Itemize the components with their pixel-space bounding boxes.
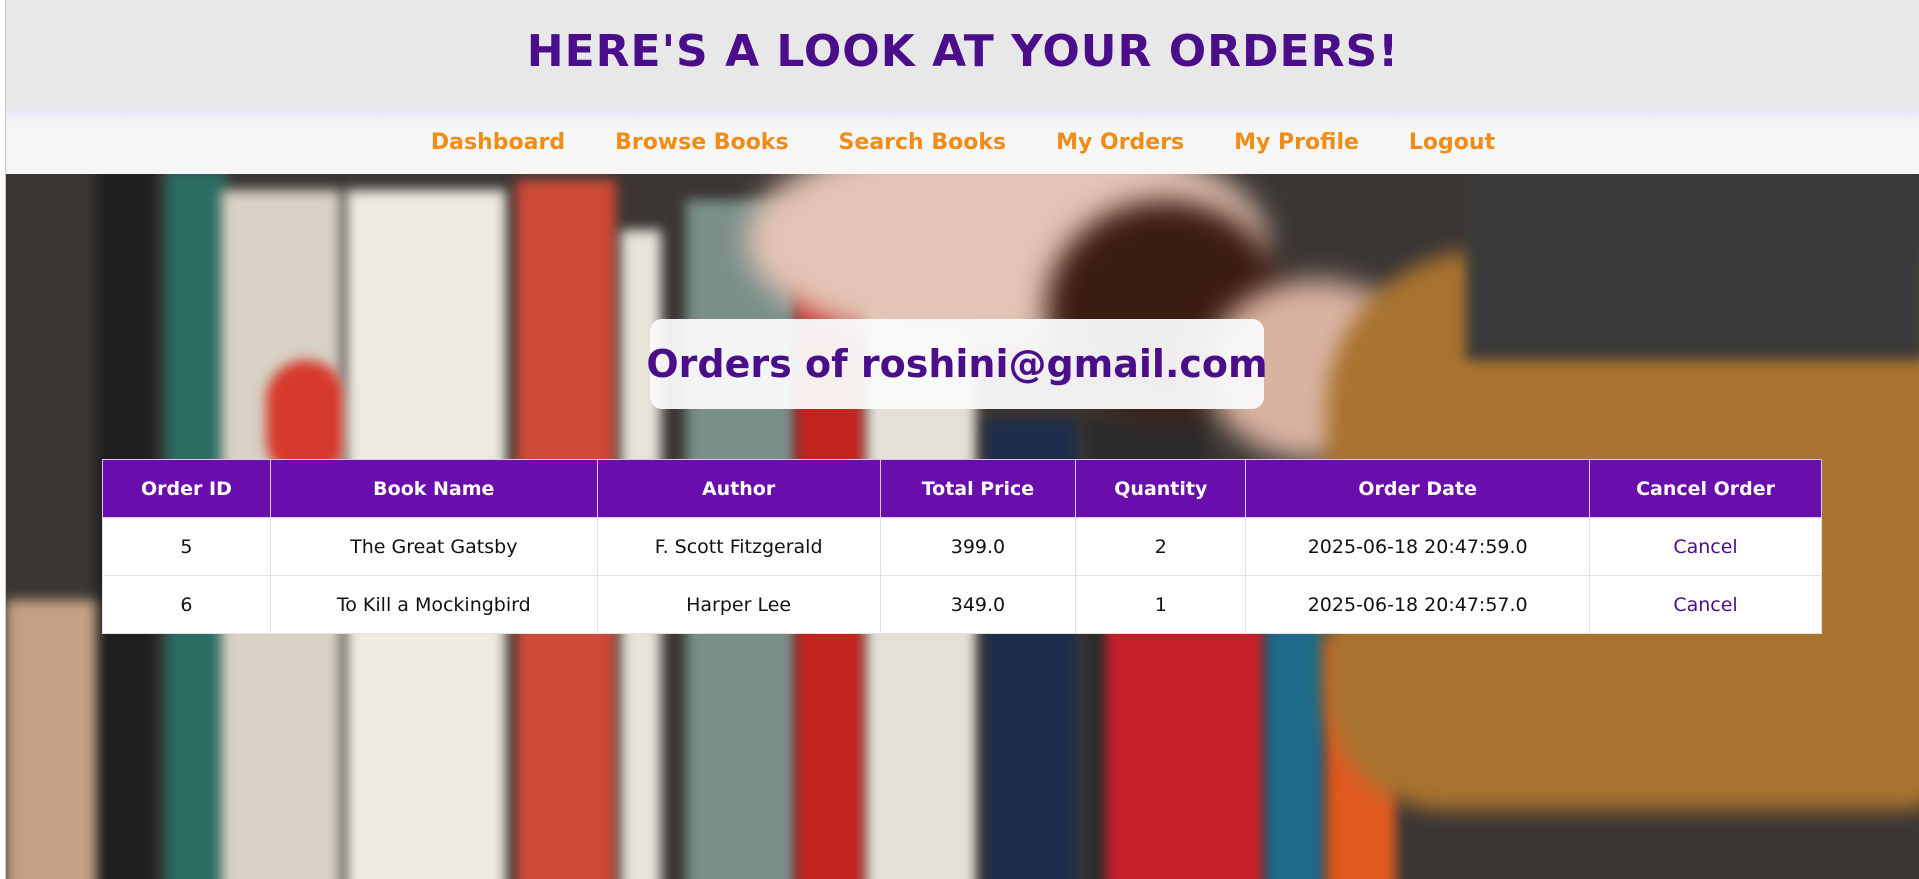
- orders-table: Order ID Book Name Author Total Price Qu…: [102, 459, 1822, 634]
- cancel-order-link[interactable]: Cancel: [1673, 536, 1737, 558]
- book-name-cell: The Great Gatsby: [269, 517, 598, 576]
- main-nav: Dashboard Browse Books Search Books My O…: [6, 110, 1919, 174]
- nav-browse-books-link[interactable]: Browse Books: [615, 130, 788, 155]
- cancel-order-cell: Cancel: [1589, 517, 1822, 576]
- column-header-order-id: Order ID: [102, 459, 271, 518]
- orders-heading: Orders of roshini@gmail.com: [646, 342, 1268, 386]
- nav-my-orders-link[interactable]: My Orders: [1056, 130, 1184, 155]
- quantity-cell: 1: [1075, 575, 1247, 634]
- column-header-total-price: Total Price: [879, 459, 1077, 518]
- orders-title-card: Orders of roshini@gmail.com: [646, 319, 1268, 409]
- total-price-cell: 399.0: [879, 517, 1077, 576]
- nav-dashboard-link[interactable]: Dashboard: [431, 130, 565, 155]
- column-header-order-date: Order Date: [1245, 459, 1591, 518]
- quantity-cell: 2: [1075, 517, 1247, 576]
- book-name-cell: To Kill a Mockingbird: [269, 575, 598, 634]
- page-title: HERE'S A LOOK AT YOUR ORDERS!: [526, 25, 1400, 77]
- nav-search-books-link[interactable]: Search Books: [839, 130, 1007, 155]
- column-header-book-name: Book Name: [269, 459, 598, 518]
- column-header-author: Author: [596, 459, 881, 518]
- author-cell: Harper Lee: [596, 575, 881, 634]
- nav-my-profile-link[interactable]: My Profile: [1234, 130, 1359, 155]
- order-id-cell: 6: [102, 575, 271, 634]
- order-date-cell: 2025-06-18 20:47:59.0: [1245, 517, 1591, 576]
- order-date-cell: 2025-06-18 20:47:57.0: [1245, 575, 1591, 634]
- page-header: HERE'S A LOOK AT YOUR ORDERS!: [6, 0, 1919, 110]
- author-cell: F. Scott Fitzgerald: [596, 517, 881, 576]
- table-row: 6 To Kill a Mockingbird Harper Lee 349.0…: [102, 575, 1822, 634]
- column-header-quantity: Quantity: [1075, 459, 1247, 518]
- page: HERE'S A LOOK AT YOUR ORDERS! Dashboard …: [5, 0, 1919, 879]
- table-row: 5 The Great Gatsby F. Scott Fitzgerald 3…: [102, 517, 1822, 576]
- cancel-order-link[interactable]: Cancel: [1673, 594, 1737, 616]
- table-header-row: Order ID Book Name Author Total Price Qu…: [102, 459, 1822, 518]
- order-id-cell: 5: [102, 517, 271, 576]
- total-price-cell: 349.0: [879, 575, 1077, 634]
- cancel-order-cell: Cancel: [1589, 575, 1822, 634]
- nav-logout-link[interactable]: Logout: [1409, 130, 1495, 155]
- column-header-cancel-order: Cancel Order: [1589, 459, 1822, 518]
